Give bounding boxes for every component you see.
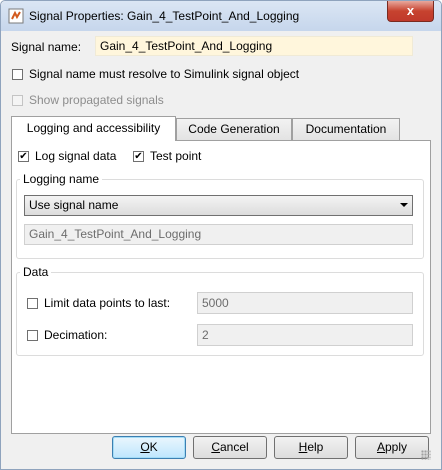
ok-mnemonic: O (140, 440, 150, 454)
decimation-label: Decimation: (44, 328, 108, 342)
help-button[interactable]: Help (274, 436, 348, 459)
limit-data-points-input[interactable]: 5000 (197, 292, 413, 314)
logging-name-input[interactable]: Gain_4_TestPoint_And_Logging (24, 224, 413, 245)
ok-button[interactable]: OK (112, 436, 186, 459)
logging-name-mode-value: Use signal name (29, 198, 119, 212)
logging-name-mode-dropdown[interactable]: Use signal name (24, 195, 413, 216)
test-point-label: Test point (150, 149, 202, 163)
limit-data-points-checkbox[interactable] (27, 298, 38, 309)
apply-mnemonic: A (376, 440, 385, 454)
limit-data-points-label: Limit data points to last: (44, 296, 171, 310)
apply-label-rest: pply (385, 440, 408, 454)
signal-name-input[interactable]: Gain_4_TestPoint_And_Logging (95, 36, 413, 56)
data-group-title: Data (20, 265, 52, 279)
log-signal-data-label: Log signal data (35, 149, 117, 163)
cancel-mnemonic: C (211, 440, 220, 454)
resolve-signal-label: Signal name must resolve to Simulink sig… (29, 67, 300, 81)
resolve-signal-checkbox[interactable] (12, 69, 23, 80)
dialog-body: Signal name: Gain_4_TestPoint_And_Loggin… (9, 32, 433, 462)
chevron-down-icon (400, 203, 408, 207)
decimation-checkbox[interactable] (27, 330, 38, 341)
signal-name-label: Signal name: (11, 40, 82, 54)
cancel-button[interactable]: Cancel (193, 436, 267, 459)
tab-logging-and-accessibility[interactable]: Logging and accessibility (11, 116, 176, 141)
close-icon: x (406, 3, 415, 18)
checkmark-icon: ✔ (134, 151, 143, 162)
resize-grip-icon[interactable] (421, 450, 431, 460)
logging-name-group: Logging name Use signal name Gain_4_Test… (16, 172, 424, 259)
cancel-label-rest: ancel (219, 440, 249, 454)
window-title: Signal Properties: Gain_4_TestPoint_And_… (29, 9, 300, 23)
title-bar[interactable]: Signal Properties: Gain_4_TestPoint_And_… (1, 1, 441, 31)
tab-documentation[interactable]: Documentation (292, 118, 400, 140)
signal-properties-dialog: Signal Properties: Gain_4_TestPoint_And_… (0, 0, 442, 470)
show-propagated-label: Show propagated signals (29, 93, 164, 107)
simulink-app-icon (8, 8, 24, 24)
checkmark-icon: ✔ (19, 151, 28, 162)
data-group: Data Limit data points to last: 5000 Dec… (16, 265, 424, 356)
close-button[interactable]: x (387, 1, 434, 22)
tab-code-generation[interactable]: Code Generation (176, 118, 292, 140)
help-label-rest: elp (307, 440, 324, 454)
apply-button[interactable]: Apply (355, 436, 429, 459)
log-signal-data-checkbox[interactable]: ✔ (18, 151, 29, 162)
show-propagated-checkbox[interactable] (12, 95, 23, 106)
logging-tab-panel: ✔ Log signal data ✔ Test point Logging n… (11, 140, 431, 434)
ok-label-rest: K (149, 440, 158, 454)
logging-name-group-title: Logging name (20, 172, 103, 186)
decimation-input[interactable]: 2 (197, 324, 413, 346)
test-point-checkbox[interactable]: ✔ (133, 151, 144, 162)
